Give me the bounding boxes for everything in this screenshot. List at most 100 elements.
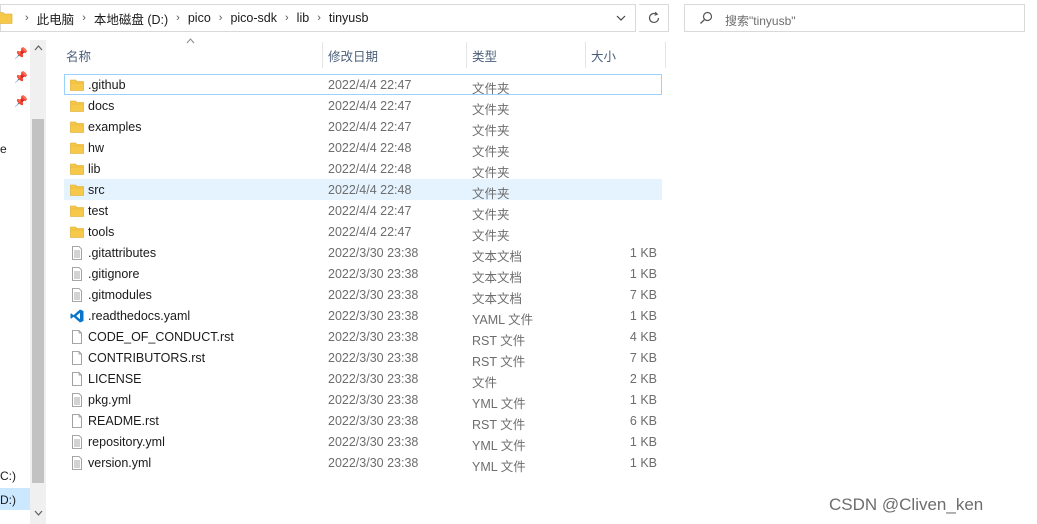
search-icon	[700, 11, 713, 24]
file-name: version.yml	[88, 456, 152, 470]
breadcrumb-separator[interactable]: ›	[78, 12, 90, 24]
pin-icon[interactable]: 📌	[14, 71, 28, 84]
file-size: 1 KB	[629, 456, 657, 470]
file-name: .github	[88, 78, 126, 92]
nav-item-partial[interactable]: e	[0, 142, 7, 156]
file-name: test	[88, 204, 109, 218]
file-name: src	[88, 183, 105, 197]
text-document-icon	[70, 288, 84, 302]
folder-icon	[70, 204, 84, 218]
file-modified-date: 2022/3/30 23:38	[328, 351, 419, 365]
file-name: pkg.yml	[88, 393, 132, 407]
breadcrumb-item-tinyusb[interactable]: tinyusb	[325, 11, 373, 25]
file-name: examples	[88, 120, 142, 134]
folder-icon	[70, 120, 84, 134]
breadcrumb-separator[interactable]: ›	[215, 12, 227, 24]
file-row[interactable]: .readthedocs.yaml 2022/3/30 23:38 YAML 文件 1…	[64, 305, 662, 327]
column-divider[interactable]	[665, 42, 666, 68]
file-modified-date: 2022/4/4 22:47	[328, 120, 412, 134]
scrollbar-thumb[interactable]	[32, 119, 44, 483]
refresh-button[interactable]	[639, 4, 669, 32]
file-row[interactable]: CODE_OF_CONDUCT.rst 2022/3/30 23:38 RST 文件…	[64, 326, 662, 348]
file-row[interactable]: README.rst 2022/3/30 23:38 RST 文件 6 KB	[64, 410, 662, 432]
text-document-icon	[70, 456, 84, 470]
column-header-date[interactable]: 修改日期	[322, 40, 466, 70]
file-row[interactable]: tools 2022/4/4 22:47 文件夹	[64, 221, 662, 243]
file-name: README.rst	[88, 414, 159, 428]
file-size: 2 KB	[629, 372, 657, 386]
file-name: tools	[88, 225, 115, 239]
file-row[interactable]: version.yml 2022/3/30 23:38 YML 文件 1 KB	[64, 452, 662, 474]
address-bar[interactable]: › 此电脑 › 本地磁盘 (D:) › pico › pico-sdk › li…	[0, 4, 636, 32]
file-row[interactable]: CONTRIBUTORS.rst 2022/3/30 23:38 RST 文件 7 K…	[64, 347, 662, 369]
file-size: 1 KB	[629, 267, 657, 281]
file-row[interactable]: test 2022/4/4 22:47 文件夹	[64, 200, 662, 222]
search-box[interactable]: 搜索"tinyusb"	[684, 4, 1025, 32]
watermark: CSDN @Cliven_ken	[829, 495, 984, 514]
navigation-pane: 📌 📌 📌 e C:) D:)	[0, 40, 48, 524]
file-name: CODE_OF_CONDUCT.rst	[88, 330, 234, 344]
file-row[interactable]: src 2022/4/4 22:48 文件夹	[64, 179, 662, 201]
blank-file-icon	[70, 351, 84, 365]
file-size: 1 KB	[629, 246, 657, 260]
file-name: docs	[88, 99, 115, 113]
blank-file-icon	[70, 372, 84, 386]
file-row[interactable]: .gitignore 2022/3/30 23:38 文本文档 1 KB	[64, 263, 662, 285]
pin-icon[interactable]: 📌	[14, 47, 28, 60]
folder-icon	[70, 183, 84, 197]
breadcrumb-item-local-disk-d[interactable]: 本地磁盘 (D:)	[90, 9, 172, 28]
breadcrumb-item-pico[interactable]: pico	[184, 11, 215, 25]
nav-scrollbar[interactable]	[30, 40, 46, 524]
vscode-icon	[70, 309, 84, 323]
breadcrumb-item-lib[interactable]: lib	[293, 11, 314, 25]
text-document-icon	[70, 246, 84, 260]
file-row[interactable]: .github 2022/4/4 22:47 文件夹	[64, 74, 662, 96]
file-modified-date: 2022/4/4 22:47	[328, 78, 412, 92]
search-input[interactable]: 搜索"tinyusb"	[725, 12, 796, 29]
file-name: .gitattributes	[88, 246, 157, 260]
breadcrumb-item-this-pc[interactable]: 此电脑	[33, 9, 79, 28]
file-row[interactable]: pkg.yml 2022/3/30 23:38 YML 文件 1 KB	[64, 389, 662, 411]
nav-item-drive-d[interactable]: D:)	[0, 493, 16, 507]
file-row[interactable]: hw 2022/4/4 22:48 文件夹	[64, 137, 662, 159]
file-modified-date: 2022/3/30 23:38	[328, 435, 419, 449]
file-row[interactable]: repository.yml 2022/3/30 23:38 YML 文件 1 KB	[64, 431, 662, 453]
text-document-icon	[70, 393, 84, 407]
file-row[interactable]: LICENSE 2022/3/30 23:38 文件 2 KB	[64, 368, 662, 390]
nav-item-drive-c[interactable]: C:)	[0, 469, 16, 483]
folder-icon	[70, 99, 84, 113]
pin-icon[interactable]: 📌	[14, 95, 28, 108]
blank-file-icon	[70, 414, 84, 428]
column-header-name[interactable]: 名称	[60, 40, 322, 70]
file-row[interactable]: .gitmodules 2022/3/30 23:38 文本文档 7 KB	[64, 284, 662, 306]
file-row[interactable]: .gitattributes 2022/3/30 23:38 文本文档 1 KB	[64, 242, 662, 264]
file-row[interactable]: lib 2022/4/4 22:48 文件夹	[64, 158, 662, 180]
breadcrumb-separator[interactable]: ›	[172, 12, 184, 24]
scroll-down-arrow-icon[interactable]	[32, 508, 44, 520]
file-name: .gitmodules	[88, 288, 152, 302]
file-modified-date: 2022/4/4 22:48	[328, 162, 412, 176]
chevron-down-icon[interactable]	[607, 5, 635, 31]
column-header-size[interactable]: 大小	[585, 40, 665, 70]
file-modified-date: 2022/3/30 23:38	[328, 372, 419, 386]
file-modified-date: 2022/3/30 23:38	[328, 309, 419, 323]
file-name: repository.yml	[88, 435, 165, 449]
breadcrumb: › 此电脑 › 本地磁盘 (D:) › pico › pico-sdk › li…	[21, 5, 372, 31]
column-header-type[interactable]: 类型	[466, 40, 586, 70]
breadcrumb-separator[interactable]: ›	[313, 12, 325, 24]
file-name: LICENSE	[88, 372, 142, 386]
file-name: .gitignore	[88, 267, 140, 281]
file-row[interactable]: examples 2022/4/4 22:47 文件夹	[64, 116, 662, 138]
file-list: .github 2022/4/4 22:47 文件夹 docs 2022/4/4 22:…	[64, 74, 662, 474]
file-size: 1 KB	[629, 393, 657, 407]
folder-icon	[70, 141, 84, 155]
folder-icon	[70, 78, 84, 92]
folder-icon	[70, 162, 84, 176]
breadcrumb-separator[interactable]: ›	[281, 12, 293, 24]
file-type: YML 文件	[472, 460, 526, 474]
scroll-up-arrow-icon[interactable]	[32, 43, 44, 55]
file-size: 4 KB	[629, 330, 657, 344]
breadcrumb-item-pico-sdk[interactable]: pico-sdk	[226, 11, 281, 25]
file-modified-date: 2022/4/4 22:48	[328, 183, 412, 197]
file-row[interactable]: docs 2022/4/4 22:47 文件夹	[64, 95, 662, 117]
